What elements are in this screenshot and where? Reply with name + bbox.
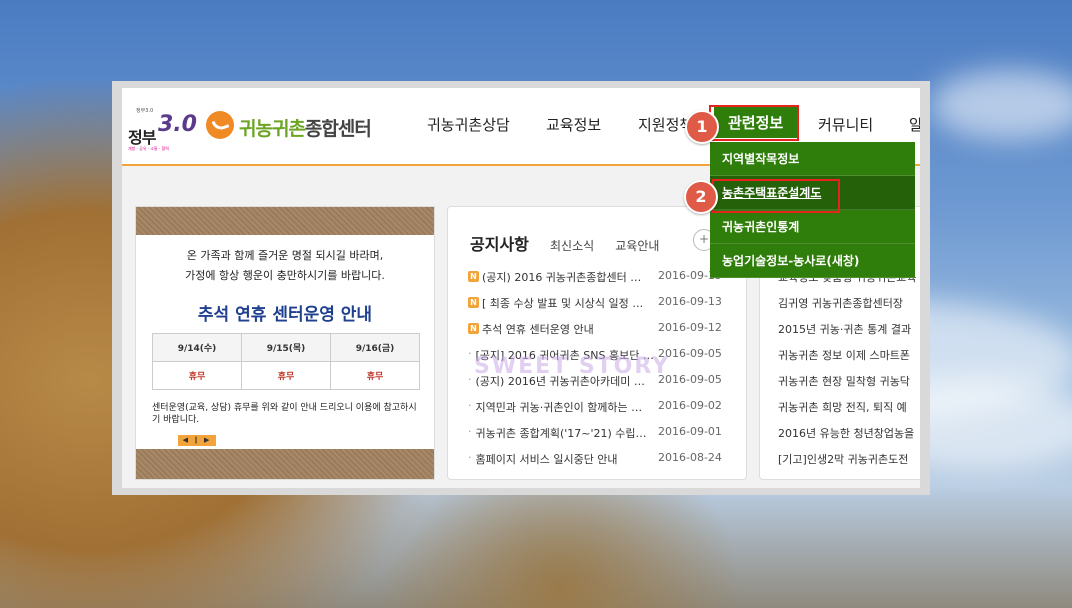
banner-note: 센터운영(교육, 상담) 휴무를 위와 같이 안내 드리오니 이용에 참고하시기… xyxy=(152,403,417,425)
banner-top-texture xyxy=(136,207,434,235)
bullet-icon: · xyxy=(468,399,472,412)
schedule-header: 9/14(수) xyxy=(152,333,242,362)
highlight-box-dropdown xyxy=(712,179,840,213)
news-item[interactable]: 귀농귀촌 현장 밀착형 귀농닥 xyxy=(778,373,920,389)
step-badge-1: 1 xyxy=(685,110,719,144)
highlight-box-nav xyxy=(709,105,799,141)
news-item[interactable]: 귀농귀촌 희망 전직, 퇴직 예 xyxy=(778,399,920,415)
nav-more[interactable]: 알 xyxy=(909,114,920,135)
schedule-cell: 휴무 xyxy=(330,361,420,390)
banner-line-2: 가정에 항상 행운이 충만하시기를 바랍니다. xyxy=(185,269,385,282)
brand-logo[interactable]: 귀농귀촌종합센터 xyxy=(239,114,372,141)
tab-notice[interactable]: 공지사항 xyxy=(470,231,529,255)
schedule-cell: 휴무 xyxy=(241,361,331,390)
schedule-header: 9/16(금) xyxy=(330,333,420,362)
notice-row[interactable]: N 추석 연휴 센터운영 안내 2016-09-12 xyxy=(468,321,740,337)
notice-title: 추석 연휴 센터운영 안내 xyxy=(482,323,594,336)
gov-text: 정부 xyxy=(128,128,156,147)
dropdown-item-nongsaro[interactable]: 농업기술정보-농사로(새창) xyxy=(710,244,915,278)
brand-green-text: 귀농귀촌 xyxy=(239,118,306,140)
notice-date: 2016-09-12 xyxy=(658,321,722,334)
bullet-icon: · xyxy=(468,373,472,386)
news-item[interactable]: 김귀영 귀농귀촌종합센터장 xyxy=(778,295,920,311)
notice-title: [ 최종 수상 발표 및 시상식 일정 … xyxy=(482,297,644,310)
notice-title: 지역민과 귀농·귀촌인이 함께하는 … xyxy=(475,401,643,414)
leaf-logo-icon[interactable] xyxy=(206,111,234,139)
new-badge: N xyxy=(468,271,479,282)
notice-date: 2016-09-01 xyxy=(658,425,722,438)
notice-title: 홈페이지 서비스 일시중단 안내 xyxy=(475,453,618,466)
event-banner[interactable]: 온 가족과 함께 즐거운 명절 되시길 바라며, 가정에 항상 행운이 충만하시… xyxy=(135,206,435,480)
holiday-schedule-table: 9/14(수) 9/15(목) 9/16(금) 휴무 휴무 휴무 xyxy=(152,333,420,390)
banner-bottom-texture xyxy=(136,449,434,479)
gov-num: 3.0 xyxy=(158,112,197,137)
banner-title: 추석 연휴 센터운영 안내 xyxy=(197,305,373,325)
dropdown-item-crop-info[interactable]: 지역별작목정보 xyxy=(710,142,915,176)
tab-education-info[interactable]: 교육안내 xyxy=(615,237,659,254)
banner-controls[interactable]: ◀ ∥ ▶ xyxy=(178,435,216,446)
news-item[interactable]: 2016년 유능한 청년창업농을 xyxy=(778,425,920,441)
notice-panel: 공지사항 최신소식 교육안내 + N (공지) 2016 귀농귀촌종합센터 … 20… xyxy=(447,206,747,480)
new-badge: N xyxy=(468,297,479,308)
website: 정부3.0 정부 3.0 개방 · 공유 · 소통 · 협력 귀농귀촌종합센터 … xyxy=(122,88,920,488)
nav-consult[interactable]: 귀농귀촌상담 xyxy=(427,114,510,135)
notice-date: 2016-08-24 xyxy=(658,451,722,464)
notice-date: 2016-09-13 xyxy=(658,295,722,308)
dropdown-item-statistics[interactable]: 귀농귀촌인통계 xyxy=(710,210,915,244)
notice-title: 귀농귀촌 종합계획('17~'21) 수립… xyxy=(475,427,647,440)
schedule-header: 9/15(목) xyxy=(241,333,331,362)
banner-line-1: 온 가족과 함께 즐거운 명절 되시길 바라며, xyxy=(186,249,384,262)
screenshot-frame: 정부3.0 정부 3.0 개방 · 공유 · 소통 · 협력 귀농귀촌종합센터 … xyxy=(112,81,930,495)
bullet-icon: · xyxy=(468,451,472,464)
notice-row[interactable]: N[ 최종 수상 발표 및 시상식 일정 … 2016-09-13 xyxy=(468,295,740,311)
notice-title: (공지) 2016 귀농귀촌종합센터 … xyxy=(482,271,642,284)
tab-latest-news[interactable]: 최신소식 xyxy=(550,237,594,254)
news-item[interactable]: 2015년 귀농·귀촌 통계 결과 xyxy=(778,321,920,337)
step-badge-2: 2 xyxy=(684,180,718,214)
news-item[interactable]: [기고]인생2막 귀농귀촌도전 xyxy=(778,451,920,467)
nav-community[interactable]: 커뮤니티 xyxy=(818,114,873,135)
watermark: SWEET STORY xyxy=(474,354,671,379)
news-item[interactable]: 귀농귀촌 정보 이제 스마트폰 xyxy=(778,347,920,363)
notice-tabs: 공지사항 최신소식 교육안내 xyxy=(470,231,675,255)
brand-rest-text: 종합센터 xyxy=(304,118,372,140)
notice-row[interactable]: · 귀농귀촌 종합계획('17~'21) 수립… 2016-09-01 xyxy=(468,425,740,441)
bullet-icon: · xyxy=(468,347,472,360)
notice-date: 2016-09-02 xyxy=(658,399,722,412)
notice-row[interactable]: N (공지) 2016 귀농귀촌종합센터 … 2016-09-15 xyxy=(468,269,740,285)
notice-row[interactable]: · 지역민과 귀농·귀촌인이 함께하는 … 2016-09-02 xyxy=(468,399,740,415)
notice-row[interactable]: · 홈페이지 서비스 일시중단 안내 2016-08-24 xyxy=(468,451,740,467)
new-badge: N xyxy=(468,323,479,334)
gov-logo[interactable]: 정부3.0 정부 3.0 개방 · 공유 · 소통 · 협력 xyxy=(128,108,197,158)
schedule-cell: 휴무 xyxy=(152,361,242,390)
bullet-icon: · xyxy=(468,425,472,438)
gov-tagline: 개방 · 공유 · 소통 · 협력 xyxy=(128,146,169,151)
nav-education[interactable]: 교육정보 xyxy=(546,114,601,135)
